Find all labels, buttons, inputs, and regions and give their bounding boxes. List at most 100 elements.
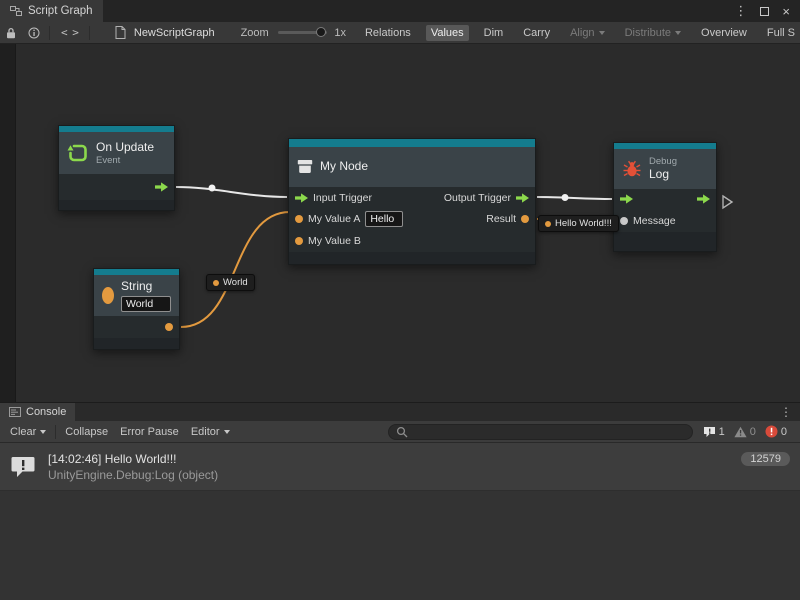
- overview-button[interactable]: Overview: [696, 25, 752, 41]
- warning-count: 0: [750, 426, 756, 438]
- window-maximize-icon[interactable]: [760, 7, 769, 16]
- window-close-icon[interactable]: ×: [782, 4, 790, 19]
- console-panel: Console ⋮ Clear Collapse Error Pause Edi…: [0, 402, 800, 600]
- graph-canvas[interactable]: On Update Event My Node: [0, 44, 800, 402]
- wire-value-label-world: World: [206, 274, 255, 291]
- graph-toolbar: < > NewScriptGraph Zoom 1x Relations Val…: [0, 22, 800, 44]
- message-port[interactable]: [620, 217, 628, 225]
- console-log-entry[interactable]: [14:02:46] Hello World!!! UnityEngine.De…: [0, 443, 800, 491]
- node-title-bar: [289, 139, 535, 147]
- caret-down-icon: [599, 31, 605, 35]
- search-icon: [396, 426, 408, 438]
- zoom-slider[interactable]: [278, 31, 328, 34]
- zoom-knob[interactable]: [316, 27, 326, 37]
- info-count: 1: [719, 426, 725, 438]
- port-label: Message: [633, 215, 676, 227]
- script-graph-icon: [10, 5, 22, 17]
- output-trigger-port[interactable]: [516, 193, 529, 203]
- caret-down-icon: [675, 31, 681, 35]
- console-tab-label: Console: [26, 406, 66, 418]
- bug-icon: [622, 160, 642, 178]
- console-icon: [9, 407, 21, 417]
- log-count-badge: 12579: [741, 452, 790, 466]
- node-title: Log: [649, 167, 677, 182]
- my-value-a-field[interactable]: [365, 211, 403, 227]
- info-icon[interactable]: [22, 22, 46, 44]
- toolbar-separator: [55, 425, 56, 439]
- window-tab-strip: Script Graph ⋮ ×: [0, 0, 800, 22]
- debug-output-arrow-icon: [723, 196, 732, 208]
- input-trigger-port[interactable]: [295, 193, 308, 203]
- tab-title: Script Graph: [28, 5, 93, 17]
- value-dot-icon: [213, 280, 219, 286]
- console-log-list: [14:02:46] Hello World!!! UnityEngine.De…: [0, 443, 800, 600]
- fullscreen-button[interactable]: Full S: [762, 25, 800, 41]
- graph-name: NewScriptGraph: [134, 27, 215, 39]
- string-output-port[interactable]: [165, 323, 173, 331]
- node-subtitle: Event: [96, 155, 154, 166]
- port-label: My Value B: [308, 235, 361, 247]
- node-port-row: Message: [614, 210, 716, 232]
- graph-asset-icon: [109, 22, 132, 44]
- warning-count-toggle[interactable]: 0: [734, 426, 756, 438]
- debug-input-trigger-port[interactable]: [620, 194, 633, 204]
- node-header: My Node: [289, 147, 535, 187]
- tab-console[interactable]: Console: [0, 403, 75, 421]
- error-circle-icon: [765, 425, 778, 438]
- node-debug-log[interactable]: Debug Log Message: [613, 142, 717, 252]
- dim-button[interactable]: Dim: [479, 25, 509, 41]
- string-value-field[interactable]: [121, 296, 171, 312]
- port-label: My Value A: [308, 213, 360, 225]
- caret-down-icon: [40, 430, 46, 434]
- node-string[interactable]: String: [93, 268, 180, 350]
- node-footer: [289, 252, 535, 264]
- values-button[interactable]: Values: [426, 25, 469, 41]
- zoom-label: Zoom: [241, 27, 269, 39]
- log-info-bubble-icon: [10, 455, 36, 479]
- node-my-node[interactable]: My Node Input Trigger Output Trigger My …: [288, 138, 536, 265]
- relations-button[interactable]: Relations: [360, 25, 416, 41]
- my-value-a-port[interactable]: [295, 215, 303, 223]
- debug-output-trigger-port[interactable]: [697, 194, 710, 204]
- console-toolbar: Clear Collapse Error Pause Editor 1 0: [0, 421, 800, 443]
- tab-script-graph[interactable]: Script Graph: [0, 0, 103, 22]
- node-port-row: My Value B: [289, 230, 535, 252]
- editor-button[interactable]: Editor: [185, 421, 236, 442]
- node-title: My Node: [320, 159, 368, 174]
- my-node-icon: [297, 159, 313, 174]
- trigger-output-port[interactable]: [155, 182, 168, 192]
- edit-code-icon[interactable]: < >: [53, 26, 86, 39]
- lock-icon[interactable]: [0, 22, 22, 44]
- info-count-toggle[interactable]: 1: [703, 426, 725, 438]
- log-line-2: UnityEngine.Debug:Log (object): [48, 468, 218, 482]
- clear-button[interactable]: Clear: [4, 421, 52, 442]
- wire-mynode-to-debuglog: [537, 197, 612, 199]
- error-pause-button[interactable]: Error Pause: [114, 421, 185, 442]
- value-dot-icon: [545, 221, 551, 227]
- window-menu-icon[interactable]: ⋮: [734, 3, 747, 19]
- string-icon: [102, 287, 114, 304]
- console-menu-icon[interactable]: ⋮: [772, 403, 800, 421]
- result-port[interactable]: [521, 215, 529, 223]
- node-port-row: [94, 316, 179, 338]
- error-count-toggle[interactable]: 0: [765, 425, 787, 438]
- distribute-label: Distribute: [625, 27, 671, 39]
- node-category: Debug: [649, 156, 677, 167]
- align-button[interactable]: Align: [565, 25, 609, 41]
- my-value-b-port[interactable]: [295, 237, 303, 245]
- info-bubble-icon: [703, 426, 716, 438]
- clear-label: Clear: [10, 426, 36, 438]
- align-label: Align: [570, 27, 594, 39]
- error-count: 0: [781, 426, 787, 438]
- node-footer: [94, 338, 179, 349]
- search-input[interactable]: [412, 426, 685, 438]
- toolbar-separator: [49, 26, 50, 40]
- port-label: Result: [486, 213, 516, 225]
- collapse-button[interactable]: Collapse: [59, 421, 114, 442]
- node-on-update[interactable]: On Update Event: [58, 125, 175, 211]
- node-title: String: [121, 279, 171, 294]
- carry-button[interactable]: Carry: [518, 25, 555, 41]
- wire-value-text: Hello World!!!: [555, 218, 612, 229]
- distribute-button[interactable]: Distribute: [620, 25, 686, 41]
- warning-triangle-icon: [734, 426, 747, 438]
